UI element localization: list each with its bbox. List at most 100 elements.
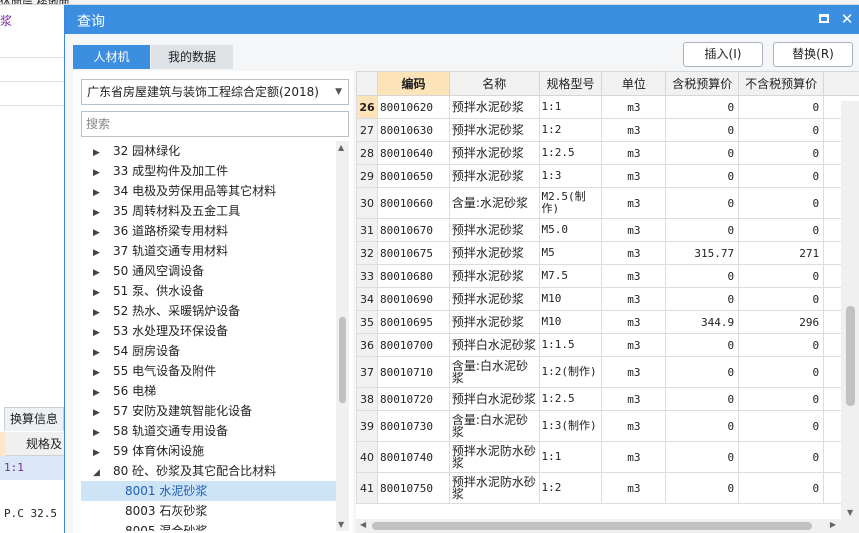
quota-select[interactable]: 广东省房屋建筑与装饰工程综合定额(2018) ▼ <box>81 79 349 105</box>
code-cell[interactable]: 80010630 <box>376 118 450 142</box>
replace-button[interactable]: 替换(R) <box>773 42 853 67</box>
spec-cell[interactable]: M10 <box>538 287 603 311</box>
tax-price-cell[interactable]: 0 <box>665 141 740 165</box>
column-header-unit[interactable]: 单位 <box>601 71 667 96</box>
tree-child-item[interactable]: 8005 混合砂浆 <box>81 521 336 531</box>
dialog-titlebar[interactable]: 查询 ✕ <box>65 5 859 34</box>
notax-price-cell[interactable]: 0 <box>738 287 825 311</box>
unit-cell[interactable]: m3 <box>601 410 667 442</box>
tax-price-cell[interactable]: 0 <box>665 410 740 442</box>
column-header-spec[interactable]: 规格型号 <box>538 71 603 96</box>
table-row[interactable]: 32 80010675 预拌水泥砂浆 M5 m3 315.77 271 <box>356 241 859 265</box>
notax-price-cell[interactable]: 271 <box>738 241 825 265</box>
scroll-left-icon[interactable]: ◀ <box>360 520 366 529</box>
unit-cell[interactable]: m3 <box>601 387 667 411</box>
row-number[interactable]: 26 <box>356 95 378 119</box>
tree-child-item[interactable]: 8001 水泥砂浆 <box>81 481 336 501</box>
scroll-right-icon[interactable]: ▶ <box>830 520 836 529</box>
tree-item[interactable]: ▶ 52 热水、采暖锅炉设备 <box>81 301 336 321</box>
name-cell[interactable]: 预拌水泥砂浆 <box>448 241 540 265</box>
notax-price-cell[interactable]: 0 <box>738 410 825 442</box>
name-cell[interactable]: 预拌水泥砂浆 <box>448 287 540 311</box>
tree-item[interactable]: ▶ 55 电气设备及附件 <box>81 361 336 381</box>
unit-cell[interactable]: m3 <box>601 264 667 288</box>
spec-cell[interactable]: 1:1 <box>538 95 603 119</box>
spec-cell[interactable]: M5 <box>538 241 603 265</box>
caret-right-icon[interactable]: ▶ <box>81 223 107 243</box>
table-row[interactable]: 35 80010695 预拌水泥砂浆 M10 m3 344.9 296 <box>356 310 859 334</box>
spec-cell[interactable]: 1:2 <box>538 118 603 142</box>
name-cell[interactable]: 预拌水泥防水砂浆 <box>448 472 540 504</box>
unit-cell[interactable]: m3 <box>601 164 667 188</box>
notax-price-cell[interactable]: 0 <box>738 187 825 219</box>
name-cell[interactable]: 预拌水泥砂浆 <box>448 118 540 142</box>
name-cell[interactable]: 含量:水泥砂浆 <box>448 187 540 219</box>
spec-cell[interactable]: 1:2.5 <box>538 141 603 165</box>
tree-item[interactable]: ▶ 37 轨道交通专用材料 <box>81 241 336 261</box>
scroll-up-icon[interactable]: ▲ <box>338 143 344 152</box>
close-icon[interactable]: ✕ <box>838 10 856 28</box>
name-cell[interactable]: 预拌白水泥砂浆 <box>448 333 540 357</box>
unit-cell[interactable]: m3 <box>601 472 667 504</box>
code-cell[interactable]: 80010650 <box>376 164 450 188</box>
code-cell[interactable]: 80010690 <box>376 287 450 311</box>
table-row[interactable]: 36 80010700 预拌白水泥砂浆 1:1.5 m3 0 0 <box>356 333 859 357</box>
tree-item[interactable]: ▶ 54 厨房设备 <box>81 341 336 361</box>
caret-right-icon[interactable]: ▶ <box>81 363 107 383</box>
unit-cell[interactable]: m3 <box>601 218 667 242</box>
tab-my-data[interactable]: 我的数据 <box>151 45 233 69</box>
unit-cell[interactable]: m3 <box>601 441 667 473</box>
table-row[interactable]: 27 80010630 预拌水泥砂浆 1:2 m3 0 0 <box>356 118 859 142</box>
caret-right-icon[interactable]: ▶ <box>81 443 107 463</box>
spec-cell[interactable]: 1:2(制作) <box>538 356 603 388</box>
notax-price-cell[interactable]: 0 <box>738 441 825 473</box>
tax-price-cell[interactable]: 0 <box>665 218 740 242</box>
insert-button[interactable]: 插入(I) <box>683 42 763 67</box>
tax-price-cell[interactable]: 0 <box>665 472 740 504</box>
name-cell[interactable]: 预拌水泥防水砂浆 <box>448 441 540 473</box>
notax-price-cell[interactable]: 0 <box>738 387 825 411</box>
spec-cell[interactable]: 1:2 <box>538 472 603 504</box>
code-cell[interactable]: 80010620 <box>376 95 450 119</box>
tree-scrollbar[interactable]: ▲ ▼ <box>336 141 349 531</box>
table-row[interactable]: 31 80010670 预拌水泥砂浆 M5.0 m3 0 0 <box>356 218 859 242</box>
tree-item[interactable]: ▶ 51 泵、供水设备 <box>81 281 336 301</box>
code-cell[interactable]: 80010660 <box>376 187 450 219</box>
notax-price-cell[interactable]: 0 <box>738 118 825 142</box>
unit-cell[interactable]: m3 <box>601 141 667 165</box>
bg-tab-conversion-info[interactable]: 换算信息 <box>4 407 64 431</box>
spec-cell[interactable]: 1:2.5 <box>538 387 603 411</box>
spec-cell[interactable]: M2.5(制作) <box>538 187 603 219</box>
tax-price-cell[interactable]: 0 <box>665 95 740 119</box>
tree-item[interactable]: ▶ 35 周转材料及五金工具 <box>81 201 336 221</box>
bg-selected-cell[interactable]: 1:1 <box>0 456 64 480</box>
row-number[interactable]: 30 <box>356 187 378 219</box>
code-cell[interactable]: 80010640 <box>376 141 450 165</box>
spec-cell[interactable]: M7.5 <box>538 264 603 288</box>
caret-right-icon[interactable]: ▶ <box>81 403 107 423</box>
name-cell[interactable]: 预拌白水泥砂浆 <box>448 387 540 411</box>
row-number[interactable]: 39 <box>356 410 378 442</box>
row-number[interactable]: 36 <box>356 333 378 357</box>
code-cell[interactable]: 80010710 <box>376 356 450 388</box>
notax-price-cell[interactable]: 0 <box>738 333 825 357</box>
name-cell[interactable]: 含量:白水泥砂浆 <box>448 356 540 388</box>
row-number[interactable]: 29 <box>356 164 378 188</box>
unit-cell[interactable]: m3 <box>601 287 667 311</box>
spec-cell[interactable]: M5.0 <box>538 218 603 242</box>
unit-cell[interactable]: m3 <box>601 118 667 142</box>
chevron-down-icon[interactable]: ▼ <box>335 80 342 104</box>
notax-price-cell[interactable]: 296 <box>738 310 825 334</box>
tax-price-cell[interactable]: 315.77 <box>665 241 740 265</box>
tree-item[interactable]: ▶ 33 成型构件及加工件 <box>81 161 336 181</box>
tax-price-cell[interactable]: 344.9 <box>665 310 740 334</box>
caret-right-icon[interactable]: ▶ <box>81 383 107 403</box>
caret-right-icon[interactable]: ▶ <box>81 183 107 203</box>
row-number[interactable]: 33 <box>356 264 378 288</box>
code-cell[interactable]: 80010740 <box>376 441 450 473</box>
caret-right-icon[interactable]: ▶ <box>81 283 107 303</box>
row-number[interactable]: 27 <box>356 118 378 142</box>
table-row[interactable]: 41 80010750 预拌水泥防水砂浆 1:2 m3 0 0 <box>356 472 859 504</box>
tree-item[interactable]: ◢ 80 砼、砂浆及其它配合比材料 <box>81 461 336 481</box>
row-number[interactable]: 31 <box>356 218 378 242</box>
